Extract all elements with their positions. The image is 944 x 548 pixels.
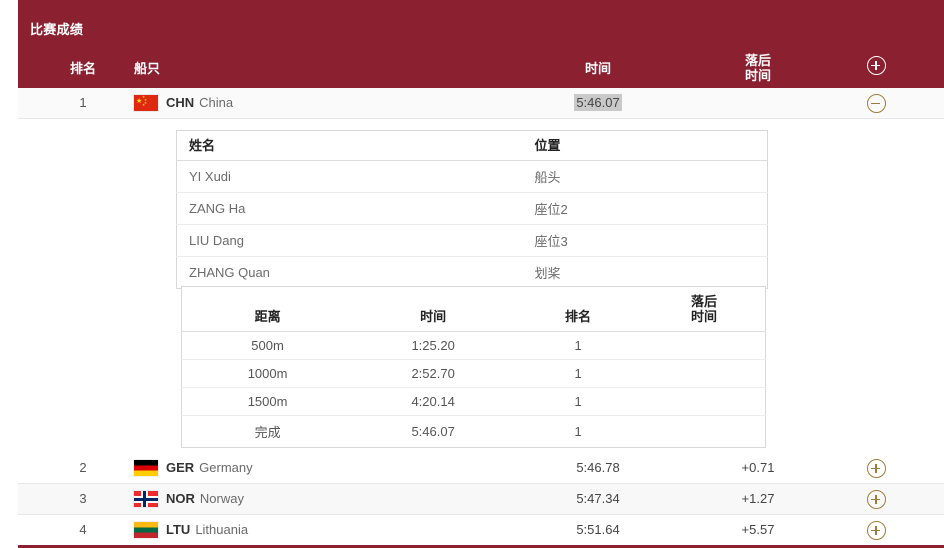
- split-time: 1:25.20: [353, 331, 514, 360]
- page-title: 比赛成绩: [30, 22, 84, 37]
- split-rank: 1: [513, 359, 644, 388]
- split-behind: [643, 416, 765, 448]
- split-behind: [643, 359, 766, 388]
- splits-row: 1500m 4:20.14 1: [181, 387, 766, 416]
- column-header-row: 排名 船只 时间 落后 时间: [18, 48, 944, 88]
- crew-name: LIU Dang: [176, 224, 523, 257]
- crew-position: 座位3: [522, 224, 768, 257]
- crew-row: YI Xudi 船头: [176, 160, 768, 193]
- row-country: Lithuania: [195, 522, 249, 537]
- column-header-rank: 排名: [69, 61, 96, 76]
- split-time: 5:46.07: [411, 424, 455, 439]
- row-country: Norway: [199, 491, 244, 506]
- row-boat: GER Germany: [134, 453, 253, 483]
- crew-header-name: 姓名: [176, 130, 523, 161]
- row-time: 5:51.64: [576, 522, 620, 537]
- crew-table-header-row: 姓名 位置: [176, 130, 768, 161]
- row-expand-button[interactable]: [846, 515, 906, 545]
- split-distance: 1000m: [181, 359, 354, 388]
- splits-header-distance: 距离: [181, 286, 354, 332]
- row-rank: 3: [79, 491, 87, 506]
- row-collapse-button[interactable]: [846, 88, 906, 118]
- flag-germany-icon: [134, 460, 158, 476]
- split-time: 4:20.14: [353, 387, 514, 416]
- table-row[interactable]: 1 ★ ★ ★ ★ ★ CHN China 5:46.07: [18, 88, 944, 119]
- crew-name: YI Xudi: [176, 160, 523, 193]
- column-header-behind-line1: 落后: [744, 53, 771, 68]
- crew-name: ZANG Ha: [176, 192, 523, 225]
- split-rank: 1: [574, 424, 582, 439]
- row-behind: +0.71: [741, 460, 775, 475]
- row-expand-button[interactable]: [846, 484, 906, 514]
- crew-table: 姓名 位置 YI Xudi 船头 ZANG Ha 座位2 LIU Dang 座位…: [176, 130, 768, 289]
- column-header-behind-line2: 时间: [744, 68, 771, 83]
- race-results-widget: 比赛成绩 排名 船只 时间 落后 时间 1 ★ ★ ★ ★ ★ CHN China: [18, 0, 944, 548]
- split-time: 2:52.70: [353, 359, 514, 388]
- row-boat: NOR Norway: [134, 484, 244, 514]
- row-rank: 2: [79, 460, 87, 475]
- plus-circle-icon: [866, 490, 886, 510]
- table-row[interactable]: 3 NOR Norway 5:47.34 +1.27: [18, 484, 944, 515]
- split-distance: 1500m: [181, 387, 354, 416]
- split-behind: [643, 331, 766, 360]
- minus-circle-icon: [866, 94, 886, 114]
- splits-header-behind-line1: 落后: [691, 294, 718, 309]
- splits-row: 500m 1:25.20 1: [181, 331, 766, 360]
- row-time: 5:46.78: [576, 460, 620, 475]
- plus-circle-icon: [866, 459, 886, 479]
- column-header-time: 时间: [584, 61, 611, 76]
- crew-row: ZANG Ha 座位2: [176, 192, 768, 225]
- row-boat: ★ ★ ★ ★ ★ CHN China: [134, 88, 233, 118]
- splits-header-behind: 落后 时间: [643, 286, 766, 332]
- plus-circle-icon: [866, 521, 886, 541]
- row-detail-panel: 姓名 位置 YI Xudi 船头 ZANG Ha 座位2 LIU Dang 座位…: [18, 119, 944, 453]
- row-country: Germany: [199, 460, 253, 475]
- row-time: 5:47.34: [576, 491, 620, 506]
- row-behind: +5.57: [741, 522, 775, 537]
- splits-header-behind-line2: 时间: [691, 309, 718, 324]
- row-noc: LTU: [166, 522, 191, 537]
- column-header-behind: 落后 时间: [708, 53, 808, 83]
- crew-header-position: 位置: [522, 130, 768, 161]
- splits-header-rank: 排名: [513, 286, 644, 332]
- crew-position: 座位2: [522, 192, 768, 225]
- plus-circle-icon: [866, 56, 886, 75]
- crew-name: ZHANG Quan: [189, 265, 270, 280]
- split-rank: 1: [513, 387, 644, 416]
- splits-table-header-row: 距离 时间 排名 落后 时间: [181, 286, 766, 332]
- row-behind: +1.27: [741, 491, 775, 506]
- splits-table: 距离 时间 排名 落后 时间 500m 1:25.20 1 1000m 2:52…: [181, 286, 766, 448]
- row-time-value: 5:46.07: [574, 94, 622, 111]
- table-row[interactable]: 4 LTU Lithuania 5:51.64 +5.57: [18, 515, 944, 548]
- row-time: 5:46.07: [538, 88, 658, 118]
- row-boat: LTU Lithuania: [134, 515, 248, 545]
- column-header-boat: 船只: [134, 61, 161, 76]
- splits-header-time: 时间: [353, 286, 514, 332]
- flag-lithuania-icon: [134, 522, 158, 538]
- splits-row: 完成 5:46.07 1: [182, 416, 766, 448]
- crew-row: LIU Dang 座位3: [176, 224, 768, 257]
- row-noc: NOR: [166, 491, 195, 506]
- splits-row: 1000m 2:52.70 1: [181, 359, 766, 388]
- split-rank: 1: [513, 331, 644, 360]
- split-behind: [643, 387, 766, 416]
- flag-china-icon: ★ ★ ★ ★ ★: [134, 95, 158, 111]
- row-country: China: [199, 95, 234, 110]
- crew-row: ZHANG Quan 划桨: [177, 257, 768, 289]
- split-distance: 500m: [181, 331, 354, 360]
- flag-norway-icon: [134, 491, 158, 507]
- results-header: 比赛成绩 排名 船只 时间 落后 时间: [18, 0, 944, 88]
- row-noc: CHN: [166, 95, 195, 110]
- expand-all-button[interactable]: [846, 56, 906, 75]
- row-expand-button[interactable]: [846, 453, 906, 483]
- row-rank: 1: [79, 95, 87, 110]
- row-rank: 4: [79, 522, 87, 537]
- crew-position: 划桨: [534, 266, 561, 281]
- row-noc: GER: [166, 460, 195, 475]
- crew-position: 船头: [522, 160, 768, 193]
- split-distance: 完成: [254, 425, 281, 440]
- table-row[interactable]: 2 GER Germany 5:46.78 +0.71: [18, 453, 944, 484]
